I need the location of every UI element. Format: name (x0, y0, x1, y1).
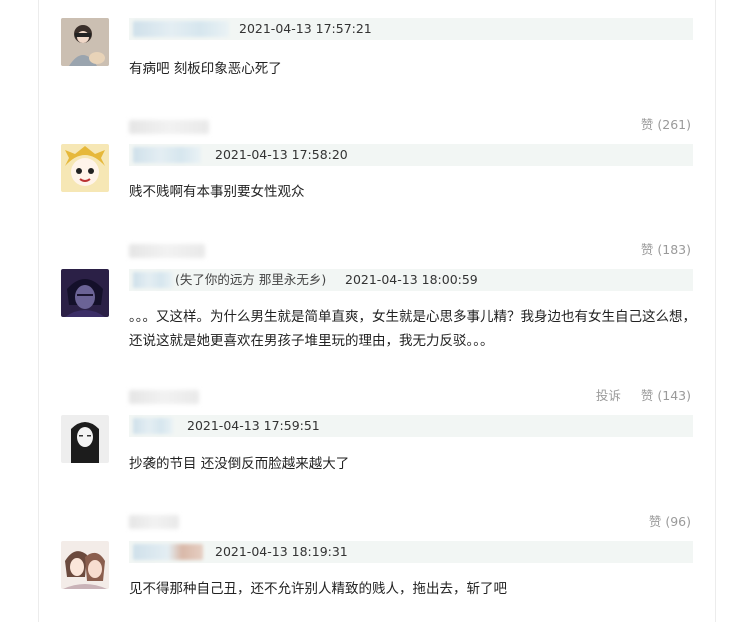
avatar[interactable] (61, 269, 109, 317)
reply-placeholder (129, 120, 209, 134)
reply-placeholder (129, 390, 199, 404)
comment-actions: 赞 (183) (625, 240, 691, 260)
comment-text: 有病吧 刻板印象恶心死了 (129, 61, 282, 77)
comment-time: 2021-04-13 18:00:59 (345, 272, 478, 287)
comment-time: 2021-04-13 17:57:21 (239, 21, 372, 36)
comment-time: 2021-04-13 18:19:31 (215, 544, 348, 559)
comment-meta: (失了你的远方 那里永无乡) 2021-04-13 18:00:59 (129, 269, 693, 291)
comment-meta: 2021-04-13 17:58:20 (129, 144, 693, 166)
avatar[interactable] (61, 541, 109, 589)
avatar[interactable] (61, 144, 109, 192)
comment-actions: 赞 (261) (625, 115, 691, 135)
reply-placeholder (129, 515, 179, 529)
comment-text: 抄袭的节目 还没倒反而脸越来越大了 (129, 456, 350, 472)
comment-text: 贱不贱啊有本事别要女性观众 (129, 184, 305, 200)
like-button[interactable]: 赞 (143) (641, 388, 691, 403)
username-blur[interactable] (133, 147, 201, 163)
comment-meta: 2021-04-13 18:19:31 (129, 541, 693, 563)
username-blur[interactable] (133, 272, 173, 288)
comment-time: 2021-04-13 17:59:51 (187, 418, 320, 433)
like-button[interactable]: 赞 (261) (641, 117, 691, 132)
comment-meta: 2021-04-13 17:59:51 (129, 415, 693, 437)
comment-text: 。。。又这样。为什么男生就是简单直爽，女生就是心思多事儿精？我身边也有女生自己这… (129, 309, 696, 349)
comment-time: 2021-04-13 17:58:20 (215, 147, 348, 162)
username-blur[interactable] (133, 418, 173, 434)
avatar[interactable] (61, 18, 109, 66)
user-signature: (失了你的远方 那里永无乡) (175, 272, 327, 287)
comment-actions: 投诉 赞 (143) (580, 386, 691, 406)
username-blur[interactable] (133, 544, 203, 560)
avatar[interactable] (61, 415, 109, 463)
comment-actions: 赞 (96) (633, 512, 691, 532)
comment-text: 见不得那种自己丑，还不允许别人精致的贱人，拖出去，斩了吧 (129, 581, 507, 597)
report-button[interactable]: 投诉 (596, 388, 621, 403)
comment-meta: 2021-04-13 17:57:21 (129, 18, 693, 40)
comment-panel: 2021-04-13 17:57:21 有病吧 刻板印象恶心死了 赞 (261)… (38, 0, 716, 622)
like-button[interactable]: 赞 (183) (641, 242, 691, 257)
username-blur[interactable] (133, 21, 229, 37)
reply-placeholder (129, 244, 205, 258)
like-button[interactable]: 赞 (96) (649, 514, 691, 529)
